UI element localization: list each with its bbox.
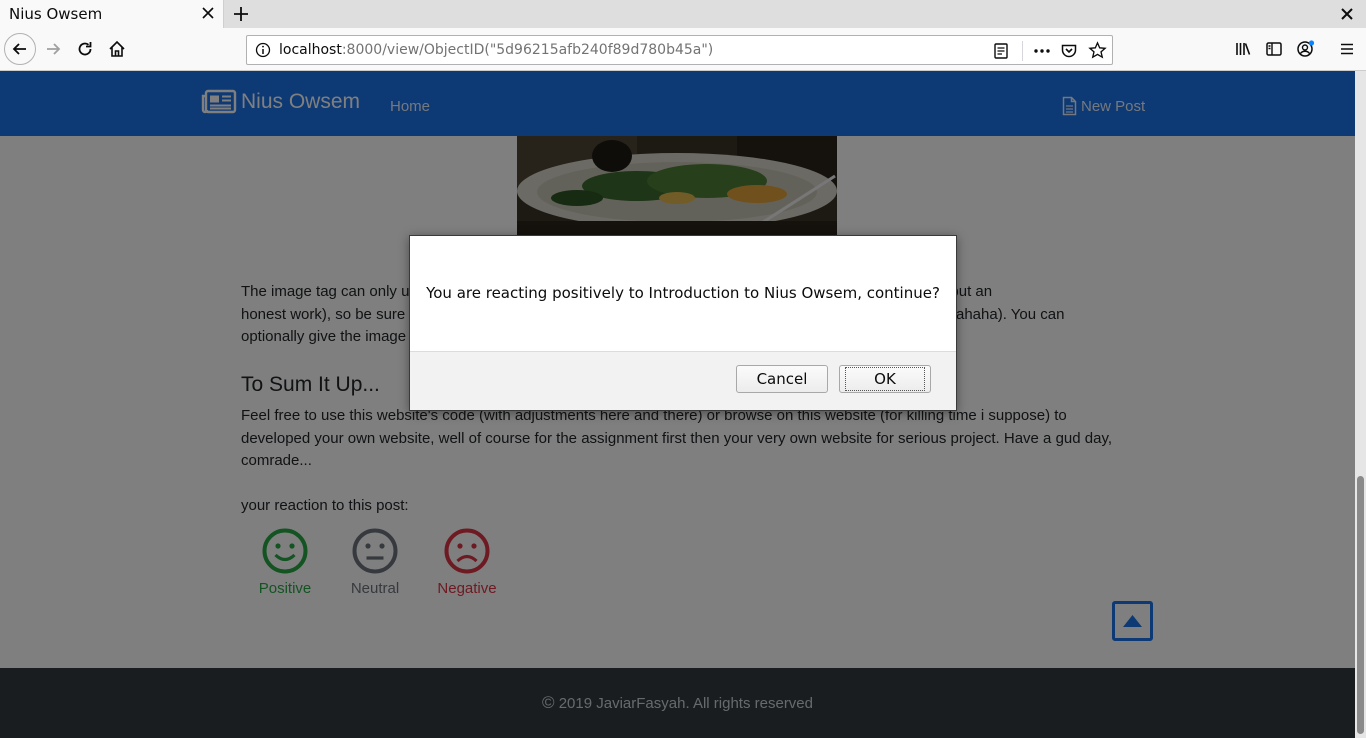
pocket-icon[interactable] (1060, 42, 1078, 60)
forward-button[interactable] (40, 36, 66, 62)
home-icon (109, 40, 125, 57)
library-icon (1236, 43, 1251, 55)
sidebar-button[interactable] (1263, 36, 1285, 62)
close-icon[interactable] (1338, 5, 1356, 23)
info-icon[interactable] (255, 42, 271, 58)
account-button[interactable] (1295, 36, 1317, 62)
plus-icon[interactable] (231, 4, 251, 24)
address-bar[interactable]: localhost:8000/view/ObjectID("5d96215afb… (246, 35, 1113, 65)
dialog-message: You are reacting positively to Introduct… (426, 284, 940, 302)
confirm-dialog: You are reacting positively to Introduct… (409, 235, 957, 411)
url-separator (1022, 41, 1023, 61)
browser-tab[interactable]: Nius Owsem (0, 0, 224, 28)
navigation-toolbar: localhost:8000/view/ObjectID("5d96215afb… (0, 28, 1366, 71)
account-icon (1297, 40, 1315, 57)
page-scrollbar[interactable] (1355, 71, 1366, 738)
dialog-footer: Cancel OK (410, 351, 956, 410)
back-arrow-icon (12, 43, 26, 55)
url-text[interactable]: localhost:8000/view/ObjectID("5d96215afb… (279, 42, 713, 58)
bookmark-star-icon[interactable] (1088, 41, 1107, 60)
reader-view-icon[interactable] (992, 42, 1010, 60)
url-path: :8000/view/ObjectID("5d96215afb240f89d78… (341, 42, 714, 58)
ok-label: OK (845, 367, 925, 391)
scrollbar-thumb[interactable] (1357, 476, 1364, 734)
forward-arrow-icon (47, 43, 61, 55)
tab-title: Nius Owsem (9, 5, 103, 23)
library-button[interactable] (1232, 36, 1254, 62)
reload-icon (78, 42, 92, 56)
hamburger-menu-icon (1341, 43, 1353, 55)
reload-button[interactable] (72, 36, 98, 62)
ok-button[interactable]: OK (839, 365, 931, 393)
cancel-button[interactable]: Cancel (736, 365, 828, 393)
url-host: localhost (279, 42, 342, 58)
back-button[interactable] (4, 33, 36, 65)
more-icon[interactable] (1032, 42, 1052, 60)
sidebar-icon (1266, 42, 1282, 56)
menu-button[interactable] (1336, 36, 1358, 62)
home-button[interactable] (104, 36, 130, 62)
close-icon[interactable] (199, 4, 217, 22)
tab-bar: Nius Owsem (0, 0, 1366, 28)
